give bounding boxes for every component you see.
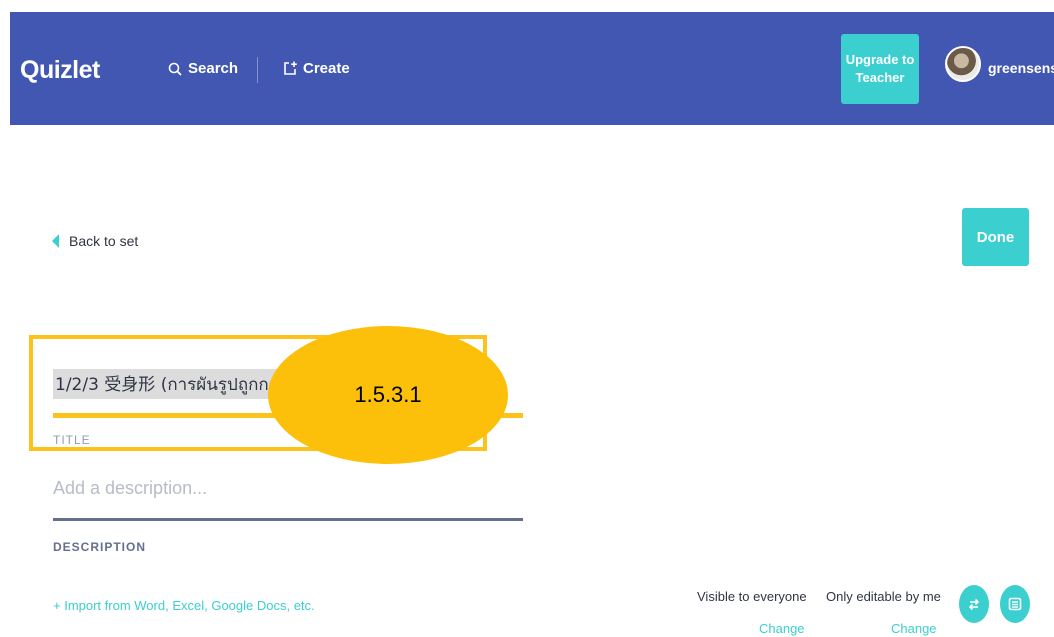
chevron-left-icon — [52, 234, 59, 248]
top-nav-bar: Quizlet Search Create Upgrade to Teacher… — [10, 12, 1054, 125]
page: Quizlet Search Create Upgrade to Teacher… — [0, 0, 1054, 637]
keyboard-shortcuts-button[interactable] — [1000, 585, 1030, 623]
nav-divider — [257, 57, 258, 83]
back-to-set-label: Back to set — [69, 233, 139, 249]
search-icon — [168, 62, 182, 76]
list-icon — [1008, 597, 1022, 611]
visibility-change-link[interactable]: Change — [759, 621, 805, 636]
description-label: DESCRIPTION — [53, 540, 147, 554]
upgrade-to-teacher-button[interactable]: Upgrade to Teacher — [841, 34, 919, 104]
search-label: Search — [188, 60, 239, 77]
upgrade-line-2: Teacher — [855, 70, 905, 85]
swap-icon — [968, 598, 980, 611]
avatar[interactable] — [945, 46, 981, 82]
description-input[interactable]: Add a description... — [53, 478, 207, 499]
title-label: TITLE — [53, 433, 91, 447]
quizlet-logo[interactable]: Quizlet — [20, 56, 100, 85]
annotation-label: 1.5.3.1 — [354, 382, 422, 407]
create-icon — [284, 61, 297, 75]
search-button[interactable]: Search — [168, 60, 238, 77]
done-button[interactable]: Done — [962, 208, 1029, 266]
create-label: Create — [303, 60, 350, 77]
annotation-callout: 1.5.3.1 — [268, 326, 508, 464]
edit-permission-text: Only editable by me — [826, 589, 941, 604]
visibility-text: Visible to everyone — [697, 589, 807, 604]
swap-terms-button[interactable] — [959, 585, 989, 623]
upgrade-line-1: Upgrade to — [845, 52, 915, 67]
back-to-set-link[interactable]: Back to set — [52, 233, 138, 249]
username[interactable]: greensensei — [988, 60, 1054, 76]
description-underline — [53, 518, 523, 521]
import-link[interactable]: + Import from Word, Excel, Google Docs, … — [53, 598, 315, 613]
create-button[interactable]: Create — [283, 60, 350, 77]
edit-permission-change-link[interactable]: Change — [891, 621, 937, 636]
